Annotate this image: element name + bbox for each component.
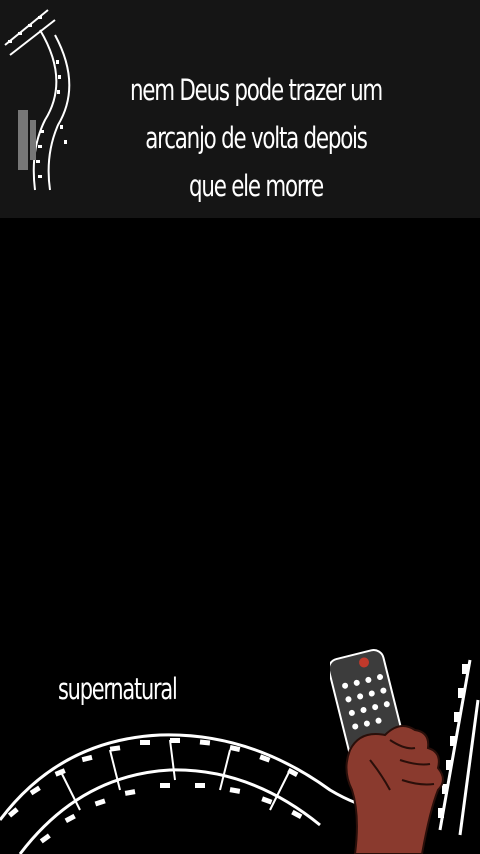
caption-line: que ele morre [189, 169, 324, 203]
caption-line: arcanjo de volta depois [145, 121, 368, 155]
caption: nem Deus pode trazer um arcanjo de volta… [128, 66, 384, 210]
bottom-label: supernatural [58, 672, 178, 706]
caption-line: nem Deus pode trazer um [129, 73, 383, 107]
filmstrip-top-icon [4, 9, 71, 191]
tv-remote-icon [330, 649, 444, 854]
